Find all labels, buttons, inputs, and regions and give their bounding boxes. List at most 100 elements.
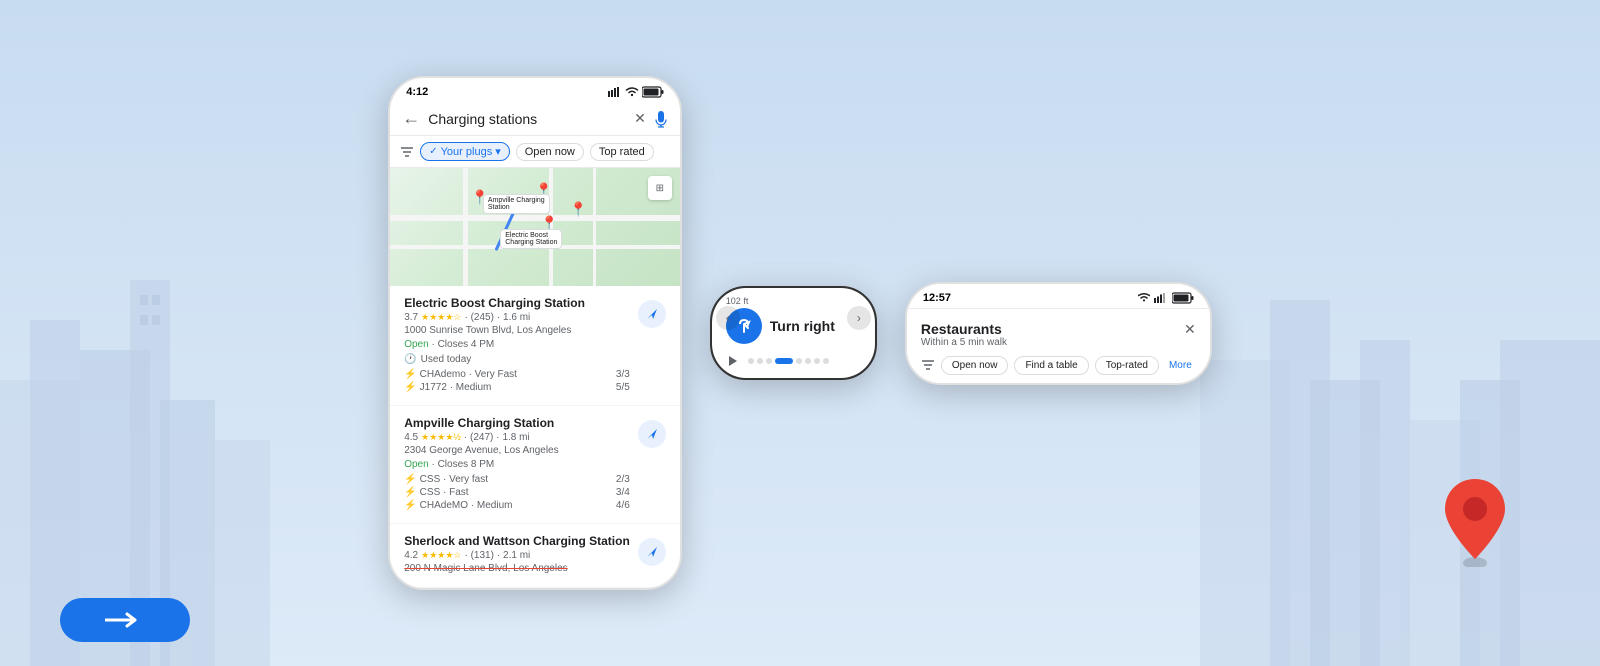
station-1-nav-button[interactable] bbox=[638, 300, 666, 328]
rest-chip-find-table[interactable]: Find a table bbox=[1014, 356, 1088, 375]
map-layers-button[interactable]: ⊞ bbox=[648, 176, 672, 200]
clear-icon[interactable]: ✕ bbox=[634, 110, 646, 127]
rest-panel-subtitle: Within a 5 min walk bbox=[921, 337, 1007, 348]
charger-row-2a: ⚡ CSS · Very fast 2/3 bbox=[404, 474, 630, 485]
rest-chip-open-now[interactable]: Open now bbox=[941, 356, 1009, 375]
map-pin-4: 📍 bbox=[570, 201, 587, 218]
nav-dot-7 bbox=[814, 358, 820, 364]
station-1-hours: Open · Closes 4 PM bbox=[404, 339, 630, 350]
station-1-stars: ★★★★☆ bbox=[421, 312, 461, 323]
station-item-1[interactable]: Electric Boost Charging Station 3.7 ★★★★… bbox=[390, 286, 680, 406]
mic-icon[interactable] bbox=[654, 110, 668, 128]
play-icon[interactable] bbox=[726, 354, 740, 368]
charger-1a-type: CHAdemo · Very Fast bbox=[420, 369, 517, 380]
station-3-stars: ★★★★☆ bbox=[421, 550, 461, 561]
search-bar[interactable]: ← Charging stations ✕ bbox=[390, 102, 680, 136]
station-3-rating-row: 4.2 ★★★★☆ · (131) · 2.1 mi bbox=[404, 550, 630, 561]
station-2-nav-button[interactable] bbox=[638, 420, 666, 448]
phone-navigation: 10:00 ✕ ⬆ bbox=[710, 286, 877, 380]
station-1-reviews: · (245) · bbox=[464, 312, 500, 323]
phones-container: 4:12 ← Charging stations ✕ ✓ Your bbox=[0, 0, 1600, 666]
sv-time: 12:57 bbox=[923, 292, 951, 304]
station-1-rating-row: 3.7 ★★★★☆ · (245) · 1.6 mi bbox=[404, 312, 630, 323]
charger-row-1a: ⚡ CHAdemo · Very Fast 3/3 bbox=[404, 369, 630, 380]
filter-your-plugs[interactable]: ✓ Your plugs ▾ bbox=[420, 142, 510, 161]
station-1-name: Electric Boost Charging Station bbox=[404, 296, 630, 310]
filter-open-now[interactable]: Open now bbox=[516, 143, 584, 161]
phone-charging-stations: 4:12 ← Charging stations ✕ ✓ Your bbox=[388, 76, 682, 590]
station-3-name: Sherlock and Wattson Charging Station bbox=[404, 534, 630, 548]
nav-progress-dots bbox=[748, 358, 861, 364]
station-1-rating: 3.7 bbox=[404, 312, 418, 323]
station-2-distance: 1.8 mi bbox=[502, 432, 529, 443]
nav-dot-active bbox=[775, 358, 793, 364]
nav-bottom-panel: 102 ft Turn right ‹ › bbox=[712, 288, 875, 348]
used-today-label: Used today bbox=[421, 354, 472, 365]
time-phone1: 4:12 bbox=[406, 86, 428, 98]
sv-wifi-icon bbox=[1138, 293, 1150, 303]
nav-dot-5 bbox=[796, 358, 802, 364]
navigate-icon-2 bbox=[645, 427, 659, 441]
nav-dot-2 bbox=[757, 358, 763, 364]
nav-prev-button[interactable]: ‹ bbox=[716, 306, 740, 330]
station-2-address: 2304 George Avenue, Los Angeles bbox=[404, 445, 630, 456]
map-label-electric: Electric BoostCharging Station bbox=[500, 229, 562, 249]
rest-chip-top-rated-label: Top-rated bbox=[1106, 360, 1148, 371]
station-2-hours: Open · Closes 8 PM bbox=[404, 459, 630, 470]
filter-bar: ✓ Your plugs ▾ Open now Top rated bbox=[390, 136, 680, 168]
charger-bolt-1: ⚡ bbox=[404, 369, 416, 380]
station-3-reviews: · (131) · bbox=[464, 550, 500, 561]
charger-1b-avail: 5/5 bbox=[616, 382, 630, 393]
filter-top-rated[interactable]: Top rated bbox=[590, 143, 654, 161]
filter-your-plugs-label: Your plugs bbox=[441, 146, 493, 158]
rest-chip-top-rated[interactable]: Top-rated bbox=[1095, 356, 1159, 375]
map-pin-decoration bbox=[1440, 477, 1510, 586]
clock-icon: 🕐 bbox=[404, 354, 416, 365]
station-3-nav-button[interactable] bbox=[638, 538, 666, 566]
charger-row-1b: ⚡ J1772 · Medium 5/5 bbox=[404, 382, 630, 393]
charger-row-2b: ⚡ CSS · Fast 3/4 bbox=[404, 487, 630, 498]
nav-dot-6 bbox=[805, 358, 811, 364]
nav-dot-3 bbox=[766, 358, 772, 364]
stations-list: Electric Boost Charging Station 3.7 ★★★★… bbox=[390, 286, 680, 588]
rest-chip-open-now-label: Open now bbox=[952, 360, 998, 371]
navigate-icon-3 bbox=[645, 545, 659, 559]
search-back-button[interactable]: ← bbox=[402, 108, 420, 129]
station-2-name: Ampville Charging Station bbox=[404, 416, 630, 430]
rest-chip-find-table-label: Find a table bbox=[1025, 360, 1077, 371]
station-3-address: 200 N Magic Lane Blvd, Los Angeles bbox=[404, 563, 630, 574]
wifi-icon bbox=[625, 87, 639, 97]
station-2-stars: ★★★★½ bbox=[421, 432, 461, 443]
battery-icon bbox=[642, 86, 664, 98]
charger-1b-type: J1772 · Medium bbox=[420, 382, 492, 393]
search-query: Charging stations bbox=[428, 111, 626, 127]
station-3-distance: 2.1 mi bbox=[503, 550, 530, 561]
turn-instruction-text: Turn right bbox=[770, 318, 835, 334]
sv-signal-icon bbox=[1154, 293, 1168, 303]
sv-battery-icon bbox=[1172, 292, 1194, 304]
nav-next-button[interactable]: › bbox=[847, 306, 871, 330]
station-item-3[interactable]: Sherlock and Wattson Charging Station 4.… bbox=[390, 524, 680, 588]
filter-icon[interactable] bbox=[400, 145, 414, 159]
navigate-icon bbox=[645, 307, 659, 321]
rest-filter-icon[interactable] bbox=[921, 358, 935, 372]
restaurants-panel: Restaurants Within a 5 min walk ✕ Open n… bbox=[907, 308, 1210, 383]
rest-panel-title: Restaurants bbox=[921, 321, 1007, 337]
rest-panel-header: Restaurants Within a 5 min walk ✕ bbox=[921, 321, 1196, 348]
status-bar-phone1: 4:12 bbox=[390, 78, 680, 102]
nav-dot-1 bbox=[748, 358, 754, 364]
rest-filter-row: Open now Find a table Top-rated More bbox=[921, 356, 1196, 375]
station-2-reviews: · (247) · bbox=[464, 432, 500, 443]
filter-top-rated-label: Top rated bbox=[599, 146, 645, 158]
map-label-ampville: Ampville ChargingStation bbox=[483, 194, 550, 214]
charger-row-2c: ⚡ CHAdeMO · Medium 4/6 bbox=[404, 500, 630, 511]
nav-distance: 102 ft bbox=[726, 296, 835, 306]
station-item-2[interactable]: Ampville Charging Station 4.5 ★★★★½ · (2… bbox=[390, 406, 680, 524]
nav-playback-bar bbox=[712, 348, 875, 378]
blue-arrow-button[interactable] bbox=[60, 598, 190, 642]
rest-chip-more[interactable]: More bbox=[1165, 357, 1196, 374]
phone-street-view: 12:57 bbox=[905, 282, 1212, 385]
charger-bolt-2: ⚡ bbox=[404, 382, 416, 393]
rest-panel-close-button[interactable]: ✕ bbox=[1184, 321, 1196, 338]
map-preview[interactable]: 📍 📍 📍 📍 📍 Ampville ChargingStation Elect… bbox=[390, 168, 680, 286]
